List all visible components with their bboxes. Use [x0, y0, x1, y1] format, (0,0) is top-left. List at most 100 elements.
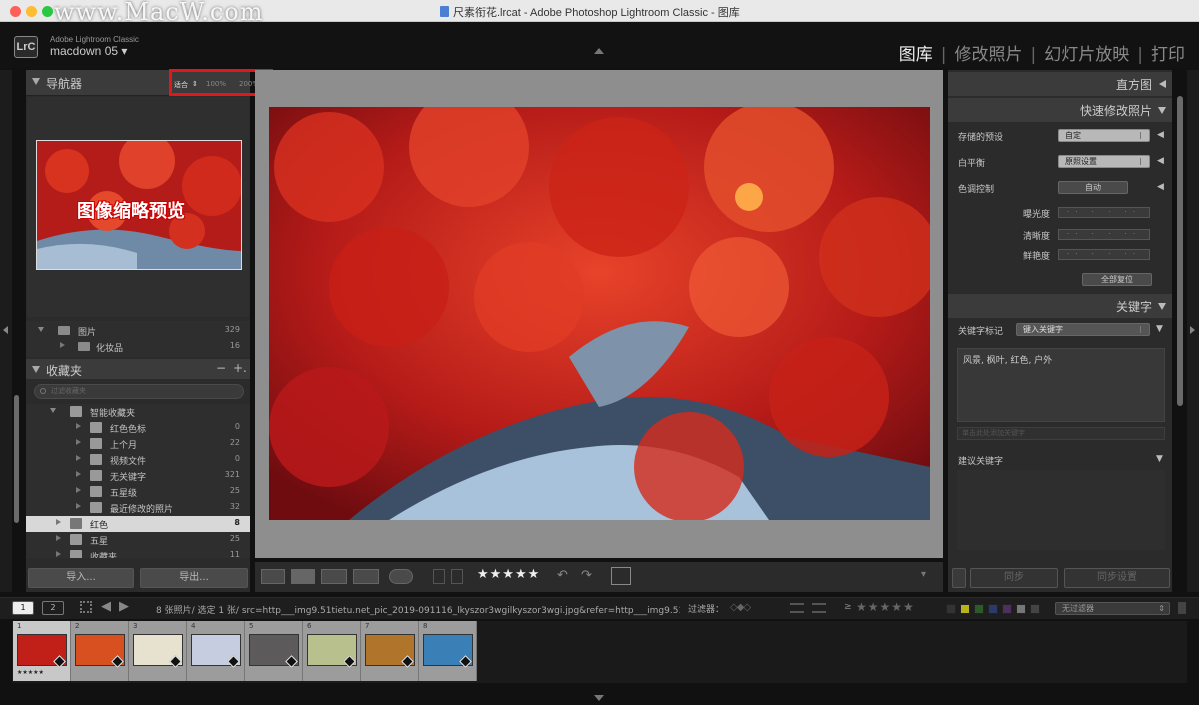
- virtual-copy-filter-icon[interactable]: [812, 603, 826, 613]
- left-panel-edge[interactable]: [0, 70, 12, 592]
- survey-view-icon[interactable]: [353, 569, 379, 584]
- color-label-filter-yellow[interactable]: [960, 604, 970, 614]
- collections-search-input[interactable]: 过滤收藏夹: [34, 384, 244, 399]
- zoom-fit-option[interactable]: 适合: [174, 80, 188, 90]
- right-panel-scrollbar[interactable]: [1177, 96, 1183, 406]
- reset-all-button[interactable]: 全部复位: [1082, 273, 1152, 286]
- zoom-window-button[interactable]: [42, 6, 53, 17]
- filmstrip-cell[interactable]: 5: [245, 621, 303, 681]
- filmstrip-cell[interactable]: 1 ★★★★★: [13, 621, 71, 681]
- collapse-down-icon[interactable]: ◀: [1157, 182, 1164, 192]
- loupe-view[interactable]: [255, 70, 943, 558]
- left-panel-scrollbar[interactable]: [14, 395, 19, 523]
- export-button[interactable]: 导出...: [140, 568, 248, 588]
- filmstrip-cell[interactable]: 6: [303, 621, 361, 681]
- histogram-header[interactable]: 直方图: [948, 72, 1172, 96]
- top-panel-toggle-icon[interactable]: [594, 48, 604, 54]
- import-button[interactable]: 导入...: [28, 568, 134, 588]
- keywords-textarea[interactable]: 风景, 枫叶, 红色, 户外: [957, 348, 1165, 422]
- right-panel-edge[interactable]: [1187, 70, 1199, 592]
- loupe-view-icon[interactable]: [291, 569, 315, 584]
- keyword-tags-dropdown[interactable]: 键入关键字: [1016, 323, 1150, 336]
- module-slideshow[interactable]: 幻灯片放映: [1044, 45, 1129, 65]
- rating-operator[interactable]: ≥: [844, 602, 852, 612]
- smart-collection-row[interactable]: 上个月 22: [26, 436, 250, 452]
- bottom-panel-toggle-icon[interactable]: [594, 695, 604, 701]
- color-label-filter-custom[interactable]: [1016, 604, 1026, 614]
- suggested-keywords-grid[interactable]: [957, 470, 1165, 550]
- filmstrip-cell[interactable]: 3: [129, 621, 187, 681]
- collection-row[interactable]: 五星 25: [26, 532, 250, 548]
- smart-collection-row[interactable]: 红色色标 0: [26, 420, 250, 436]
- smart-collection-row[interactable]: 无关键字 321: [26, 468, 250, 484]
- add-collection-button[interactable]: +.: [233, 361, 247, 375]
- auto-sync-toggle[interactable]: [952, 568, 966, 588]
- exposure-stepper[interactable]: ·· · · ··: [1058, 207, 1150, 218]
- back-arrow-icon[interactable]: ◀: [101, 599, 111, 614]
- flag-reject-icon[interactable]: [451, 569, 463, 584]
- collections-header[interactable]: 收藏夹 − +.: [26, 359, 250, 379]
- keywording-header[interactable]: 关键字: [948, 294, 1172, 318]
- collapse-down-icon[interactable]: ▼: [1156, 324, 1163, 334]
- color-label-filter-none[interactable]: [1030, 604, 1040, 614]
- toolbar-menu-chevron-icon[interactable]: ▾: [921, 569, 935, 584]
- color-label-filter-red[interactable]: [946, 604, 956, 614]
- rating-filter-stars[interactable]: ★★★★★: [856, 600, 915, 614]
- flag-pick-icon[interactable]: [433, 569, 445, 584]
- folder-row[interactable]: 图片 329: [26, 323, 250, 339]
- rotate-right-icon[interactable]: ↷: [581, 569, 597, 584]
- add-keyword-input[interactable]: 单击此处添加关键字: [957, 427, 1165, 440]
- auto-tone-button[interactable]: 自动: [1058, 181, 1128, 194]
- color-label-filter-blue[interactable]: [988, 604, 998, 614]
- edit-filter-icon[interactable]: [790, 603, 804, 613]
- people-view-icon[interactable]: [389, 569, 413, 584]
- navigator-preview[interactable]: 图像缩略预览: [27, 97, 249, 317]
- close-window-button[interactable]: [10, 6, 21, 17]
- filmstrip-cell[interactable]: 7: [361, 621, 419, 681]
- module-print[interactable]: 打印: [1151, 45, 1185, 65]
- compare-view-icon[interactable]: [321, 569, 347, 584]
- smart-collection-row[interactable]: 五星级 25: [26, 484, 250, 500]
- quick-develop-header[interactable]: 快速修改照片: [948, 98, 1172, 122]
- filmstrip-cell[interactable]: 2: [71, 621, 129, 681]
- module-develop[interactable]: 修改照片: [955, 45, 1023, 65]
- color-label-filter-purple[interactable]: [1002, 604, 1012, 614]
- sync-button[interactable]: 同步: [970, 568, 1058, 588]
- clarity-stepper[interactable]: ·· · · ··: [1058, 229, 1150, 240]
- flag-filter-icon[interactable]: ◇◆◇: [730, 602, 774, 614]
- filter-preset-dropdown[interactable]: 无过滤器 ⇕: [1055, 602, 1170, 615]
- collection-row[interactable]: 收藏夹 11: [26, 548, 250, 558]
- rotate-left-icon[interactable]: ↶: [557, 569, 573, 584]
- minimize-window-button[interactable]: [26, 6, 37, 17]
- navigator-thumbnail[interactable]: 图像缩略预览: [36, 140, 242, 270]
- main-photo[interactable]: [269, 107, 930, 520]
- white-balance-dropdown[interactable]: 原照设置: [1058, 155, 1150, 168]
- primary-display-button[interactable]: 1: [12, 601, 34, 615]
- saved-preset-dropdown[interactable]: 自定: [1058, 129, 1150, 142]
- catalog-name[interactable]: macdown 05 ▾: [50, 44, 127, 58]
- module-library[interactable]: 图库: [899, 45, 933, 65]
- vibrance-stepper[interactable]: ·· · · ··: [1058, 249, 1150, 260]
- remove-collection-button[interactable]: −: [216, 361, 226, 375]
- rating-stars[interactable]: ★★★★★: [477, 567, 540, 582]
- crop-overlay-icon[interactable]: [611, 567, 631, 585]
- forward-arrow-icon[interactable]: ▶: [119, 599, 129, 614]
- zoom-100-option[interactable]: 100%: [206, 80, 226, 88]
- sync-settings-button[interactable]: 同步设置: [1064, 568, 1170, 588]
- folder-row[interactable]: 化妆品 16: [26, 339, 250, 355]
- secondary-display-button[interactable]: 2: [42, 601, 64, 615]
- filmstrip-source-status[interactable]: 8 张照片/ 选定 1 张/ src=http___img9.51tietu.n…: [156, 603, 680, 616]
- suggested-keywords-row[interactable]: 建议关键字 ▼: [948, 452, 1172, 468]
- smart-collection-row[interactable]: 视频文件 0: [26, 452, 250, 468]
- collection-row-selected[interactable]: 红色 8: [26, 516, 250, 532]
- smart-collection-row[interactable]: 最近修改的照片 32: [26, 500, 250, 516]
- filter-lock-icon[interactable]: [1178, 602, 1186, 614]
- filmstrip-cell[interactable]: 8: [419, 621, 477, 681]
- expand-left-icon[interactable]: ◀: [1157, 130, 1164, 140]
- smart-collection-set-row[interactable]: 智能收藏夹: [26, 404, 250, 420]
- grid-view-icon[interactable]: [261, 569, 285, 584]
- color-label-filter-green[interactable]: [974, 604, 984, 614]
- expand-left-icon[interactable]: ◀: [1157, 156, 1164, 166]
- filmstrip-cell[interactable]: 4: [187, 621, 245, 681]
- grid-icon[interactable]: [80, 601, 92, 613]
